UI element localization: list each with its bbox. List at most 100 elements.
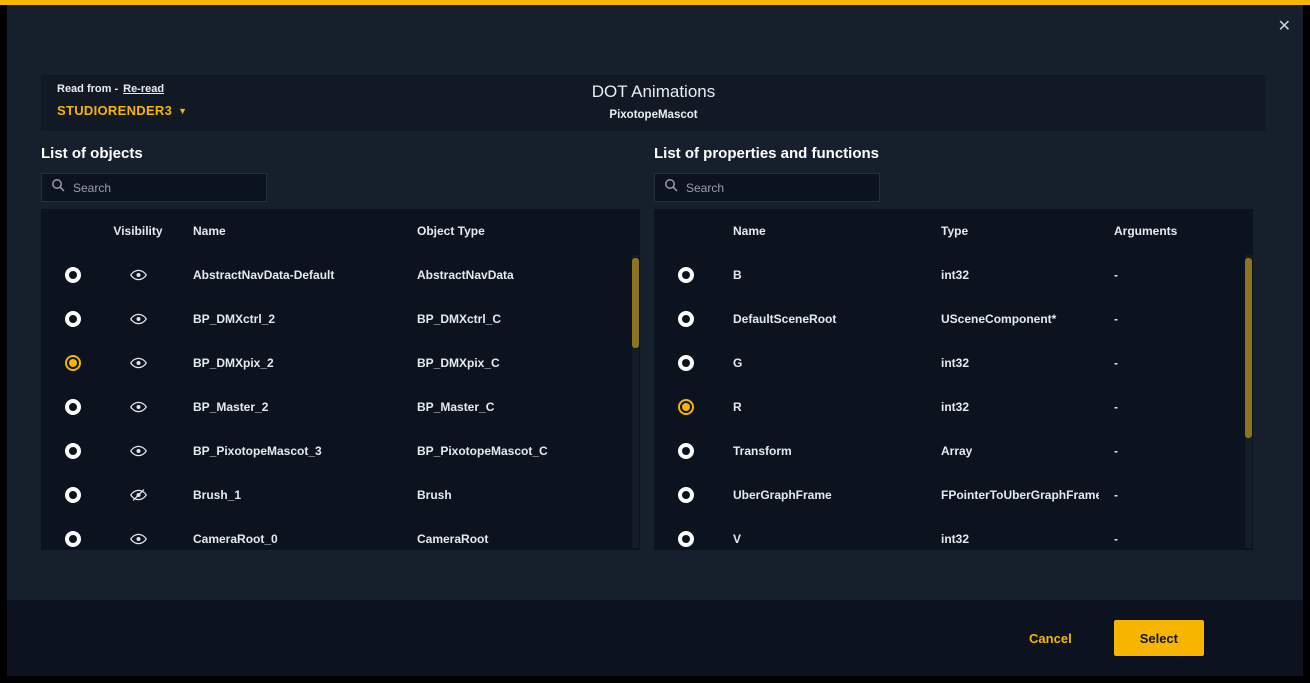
property-name: B (718, 268, 926, 282)
object-type: BP_Master_C (417, 400, 640, 414)
row-radio[interactable] (65, 399, 81, 415)
objects-rows: AbstractNavData-Default AbstractNavData … (41, 253, 640, 550)
property-arguments: - (1099, 312, 1253, 326)
properties-panel-title: List of properties and functions (654, 145, 1253, 163)
column-header-object-type: Object Type (417, 224, 640, 238)
properties-panel: List of properties and functions Name Ty… (654, 145, 1253, 550)
eye-icon[interactable] (130, 401, 147, 413)
row-radio[interactable] (678, 355, 694, 371)
column-header-name: Name (718, 224, 926, 238)
table-row[interactable]: Brush_1 Brush (41, 473, 640, 517)
property-name: R (718, 400, 926, 414)
eye-icon[interactable] (130, 357, 147, 369)
cancel-button[interactable]: Cancel (1029, 631, 1072, 646)
search-icon (51, 178, 65, 197)
property-arguments: - (1099, 444, 1253, 458)
row-radio[interactable] (678, 487, 694, 503)
object-type: AbstractNavData (417, 268, 640, 282)
property-type: FPointerToUberGraphFrame (926, 488, 1099, 502)
property-name: V (718, 532, 926, 546)
row-radio[interactable] (678, 443, 694, 459)
table-row[interactable]: V int32 - (654, 517, 1253, 550)
objects-search-input[interactable] (73, 181, 257, 195)
search-icon (664, 178, 678, 197)
property-name: DefaultSceneRoot (718, 312, 926, 326)
object-type: BP_DMXctrl_C (417, 312, 640, 326)
table-row[interactable]: G int32 - (654, 341, 1253, 385)
properties-search-input[interactable] (686, 181, 870, 195)
table-row[interactable]: BP_Master_2 BP_Master_C (41, 385, 640, 429)
property-type: USceneComponent* (926, 312, 1099, 326)
property-arguments: - (1099, 488, 1253, 502)
eye-icon[interactable] (130, 269, 147, 281)
property-type: Array (926, 444, 1099, 458)
property-name: UberGraphFrame (718, 488, 926, 502)
properties-rows: B int32 - DefaultSceneRoot USceneCompone… (654, 253, 1253, 550)
objects-table-header: Visibility Name Object Type (41, 209, 640, 253)
object-name: BP_DMXctrl_2 (171, 312, 417, 326)
dialog-subtitle: PixotopeMascot (41, 109, 1266, 121)
table-row[interactable]: BP_DMXctrl_2 BP_DMXctrl_C (41, 297, 640, 341)
objects-panel-title: List of objects (41, 145, 640, 163)
object-type: Brush (417, 488, 640, 502)
properties-table: Name Type Arguments B int32 - DefaultSce… (654, 209, 1253, 550)
close-icon[interactable]: ✕ (1278, 19, 1291, 35)
column-header-visibility: Visibility (105, 224, 171, 238)
dialog-title: DOT Animations (41, 82, 1266, 102)
title-block: DOT Animations PixotopeMascot (41, 82, 1266, 121)
table-row[interactable]: DefaultSceneRoot USceneComponent* - (654, 297, 1253, 341)
objects-scrollbar[interactable] (632, 255, 639, 548)
property-arguments: - (1099, 268, 1253, 282)
column-header-name: Name (171, 224, 417, 238)
property-type: int32 (926, 356, 1099, 370)
property-name: Transform (718, 444, 926, 458)
row-radio[interactable] (678, 399, 694, 415)
eye-icon[interactable] (130, 313, 147, 325)
row-radio[interactable] (65, 487, 81, 503)
objects-table: Visibility Name Object Type AbstractNavD… (41, 209, 640, 550)
properties-table-header: Name Type Arguments (654, 209, 1253, 253)
eye-icon[interactable] (130, 445, 147, 457)
row-radio[interactable] (678, 531, 694, 547)
eye-off-icon[interactable] (130, 488, 147, 502)
row-radio[interactable] (65, 531, 81, 547)
object-type: BP_PixotopeMascot_C (417, 444, 640, 458)
table-row[interactable]: UberGraphFrame FPointerToUberGraphFrame … (654, 473, 1253, 517)
table-row[interactable]: R int32 - (654, 385, 1253, 429)
dot-animations-dialog: ✕ Read from -Re-read STUDIORENDER3 ▼ DOT… (7, 5, 1303, 676)
property-type: int32 (926, 532, 1099, 546)
row-radio[interactable] (65, 355, 81, 371)
property-arguments: - (1099, 400, 1253, 414)
object-name: BP_Master_2 (171, 400, 417, 414)
row-radio[interactable] (678, 267, 694, 283)
row-radio[interactable] (65, 443, 81, 459)
table-row[interactable]: BP_PixotopeMascot_3 BP_PixotopeMascot_C (41, 429, 640, 473)
table-row[interactable]: CameraRoot_0 CameraRoot (41, 517, 640, 550)
table-row[interactable]: BP_DMXpix_2 BP_DMXpix_C (41, 341, 640, 385)
dialog-header: Read from -Re-read STUDIORENDER3 ▼ DOT A… (41, 75, 1266, 131)
column-header-arguments: Arguments (1099, 224, 1253, 238)
objects-search[interactable] (41, 173, 267, 202)
row-radio[interactable] (65, 311, 81, 327)
object-name: BP_DMXpix_2 (171, 356, 417, 370)
column-header-type: Type (926, 224, 1099, 238)
property-arguments: - (1099, 532, 1253, 546)
properties-scrollbar-thumb[interactable] (1245, 258, 1252, 438)
properties-search[interactable] (654, 173, 880, 202)
table-row[interactable]: B int32 - (654, 253, 1253, 297)
property-arguments: - (1099, 356, 1253, 370)
select-button[interactable]: Select (1114, 620, 1204, 656)
table-row[interactable]: Transform Array - (654, 429, 1253, 473)
row-radio[interactable] (678, 311, 694, 327)
eye-icon[interactable] (130, 533, 147, 545)
properties-scrollbar[interactable] (1245, 255, 1252, 548)
objects-scrollbar-thumb[interactable] (632, 258, 639, 348)
object-name: CameraRoot_0 (171, 532, 417, 546)
table-row[interactable]: AbstractNavData-Default AbstractNavData (41, 253, 640, 297)
dialog-footer: Cancel Select (7, 600, 1303, 676)
property-type: int32 (926, 400, 1099, 414)
object-type: BP_DMXpix_C (417, 356, 640, 370)
object-name: BP_PixotopeMascot_3 (171, 444, 417, 458)
property-name: G (718, 356, 926, 370)
row-radio[interactable] (65, 267, 81, 283)
